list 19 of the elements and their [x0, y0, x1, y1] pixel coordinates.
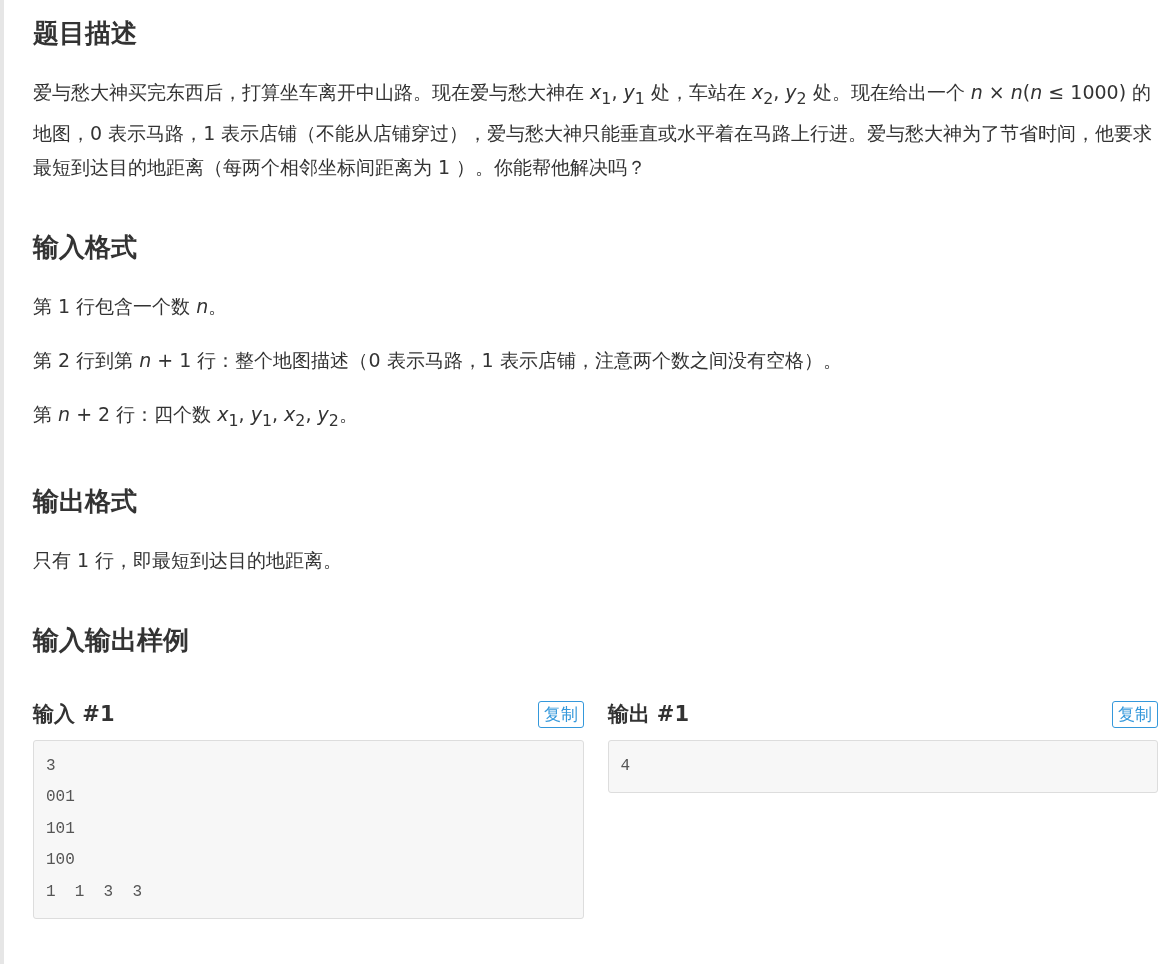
section-heading: 输入输出样例	[33, 623, 190, 657]
paragraph: 只有 1 行，即最短到达目的地距离。	[33, 547, 344, 573]
section-heading: 输入格式	[33, 230, 138, 264]
code-line: 101	[46, 818, 76, 840]
copy-button[interactable]: 复制	[537, 700, 584, 728]
section-heading: 题目描述	[33, 17, 138, 50]
paragraph: 第 2 行到第 n + 1 行：整个地图描述（0 表示马路，1 表示店铺，注意两个数之间没有空格）。	[33, 347, 843, 373]
code-line: 001	[46, 787, 76, 809]
paragraph: 第 1 行包含一个数 n。	[33, 293, 229, 319]
code-line: 3	[46, 755, 57, 777]
sample-label: 输入 #1	[33, 700, 115, 728]
code-line: 4	[620, 755, 632, 777]
paragraph: 第 n + 2 行：四个数 x$_{1}$, y$_{1}$, x$_{2}$, y$_{2}$。	[33, 401, 359, 432]
copy-button[interactable]: 复制	[1112, 700, 1158, 728]
code-line: 100	[46, 850, 76, 872]
section-heading: 输出格式	[33, 484, 138, 518]
code-line: 1 1 3 3	[46, 881, 143, 903]
sample-label: 输出 #1	[607, 700, 690, 728]
paragraph: 爱与愁大神买完东西后，打算坐车离开中山路。现在爱与愁大神在 x$_{1}$, y$_{1}$ 处，车站在 x$_{2}$, y$_{2}$ 处。现在给出一个 n × n(n ≤ 1000) 的地图，0 表示马路，1 表示店铺（不能从店铺穿过），爱与愁大神只能垂直或水平着在马路上行进。爱与愁大神为了节省时间，他要求最短到达目的地距离（每两个相邻坐标间距离为 1 ）。你能帮他解决吗？	[33, 80, 1154, 180]
